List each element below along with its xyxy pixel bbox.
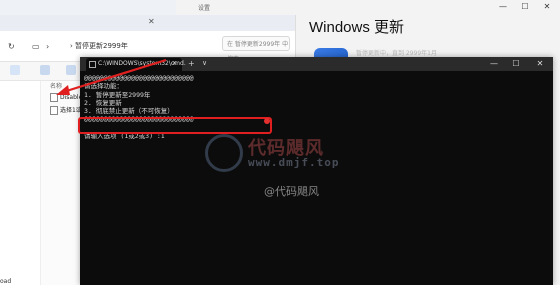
- explorer-tab-bar: ✕: [0, 15, 295, 31]
- settings-maximize-button[interactable]: ☐: [516, 0, 534, 14]
- console-line: 请选择功能：: [84, 82, 123, 91]
- console-line: 1. 暂停更新至2999年: [84, 90, 151, 99]
- breadcrumb[interactable]: › 暂停更新2999年: [70, 41, 128, 51]
- file-icon: [50, 93, 58, 102]
- new-tab-button[interactable]: +: [188, 59, 195, 68]
- watermark-logo: [205, 134, 243, 172]
- file-icon: [50, 106, 58, 115]
- settings-minimize-button[interactable]: —: [494, 0, 512, 14]
- refresh-icon[interactable]: ↻: [8, 42, 15, 51]
- watermark-handle: @代码飓风: [264, 185, 319, 198]
- settings-close-button[interactable]: ✕: [538, 0, 556, 14]
- monitor-icon[interactable]: ▭: [32, 42, 40, 51]
- console-line: 3. 彻底禁止更新（不可恢复）: [84, 107, 174, 116]
- chevron-right-icon[interactable]: ›: [46, 42, 49, 51]
- cut-icon[interactable]: [40, 65, 50, 75]
- annotation-dot: [264, 118, 270, 124]
- maximize-button[interactable]: ☐: [506, 58, 526, 70]
- watermark-url: www.dmjf.top: [248, 156, 340, 169]
- search-input[interactable]: 在 暂停更新2999年 中搜索: [222, 36, 290, 63]
- copy-icon[interactable]: [66, 65, 76, 75]
- tab-close-icon[interactable]: ✕: [172, 60, 177, 67]
- cmd-window: C:\WINDOWS\system32\cmd. ✕ + ∨ — ☐ ✕ @@@…: [80, 57, 553, 285]
- page-title: Windows 更新: [309, 19, 405, 36]
- column-header-name[interactable]: 名称: [50, 81, 62, 90]
- close-icon[interactable]: ✕: [148, 17, 155, 26]
- terminal-icon: [89, 61, 96, 68]
- highlight-box: [78, 117, 272, 134]
- chevron-down-icon[interactable]: ∨: [202, 59, 207, 67]
- new-item-icon[interactable]: [10, 65, 20, 75]
- explorer-sidebar: oad: [0, 81, 41, 285]
- settings-app-label: 设置: [198, 5, 211, 12]
- update-status-text: 暂停更新中，直到 2999年1月: [356, 50, 437, 57]
- minimize-button[interactable]: —: [484, 58, 504, 70]
- close-button[interactable]: ✕: [530, 58, 550, 70]
- sidebar-item-label[interactable]: oad: [0, 278, 11, 285]
- console-line: 2. 恢复更新: [84, 98, 122, 107]
